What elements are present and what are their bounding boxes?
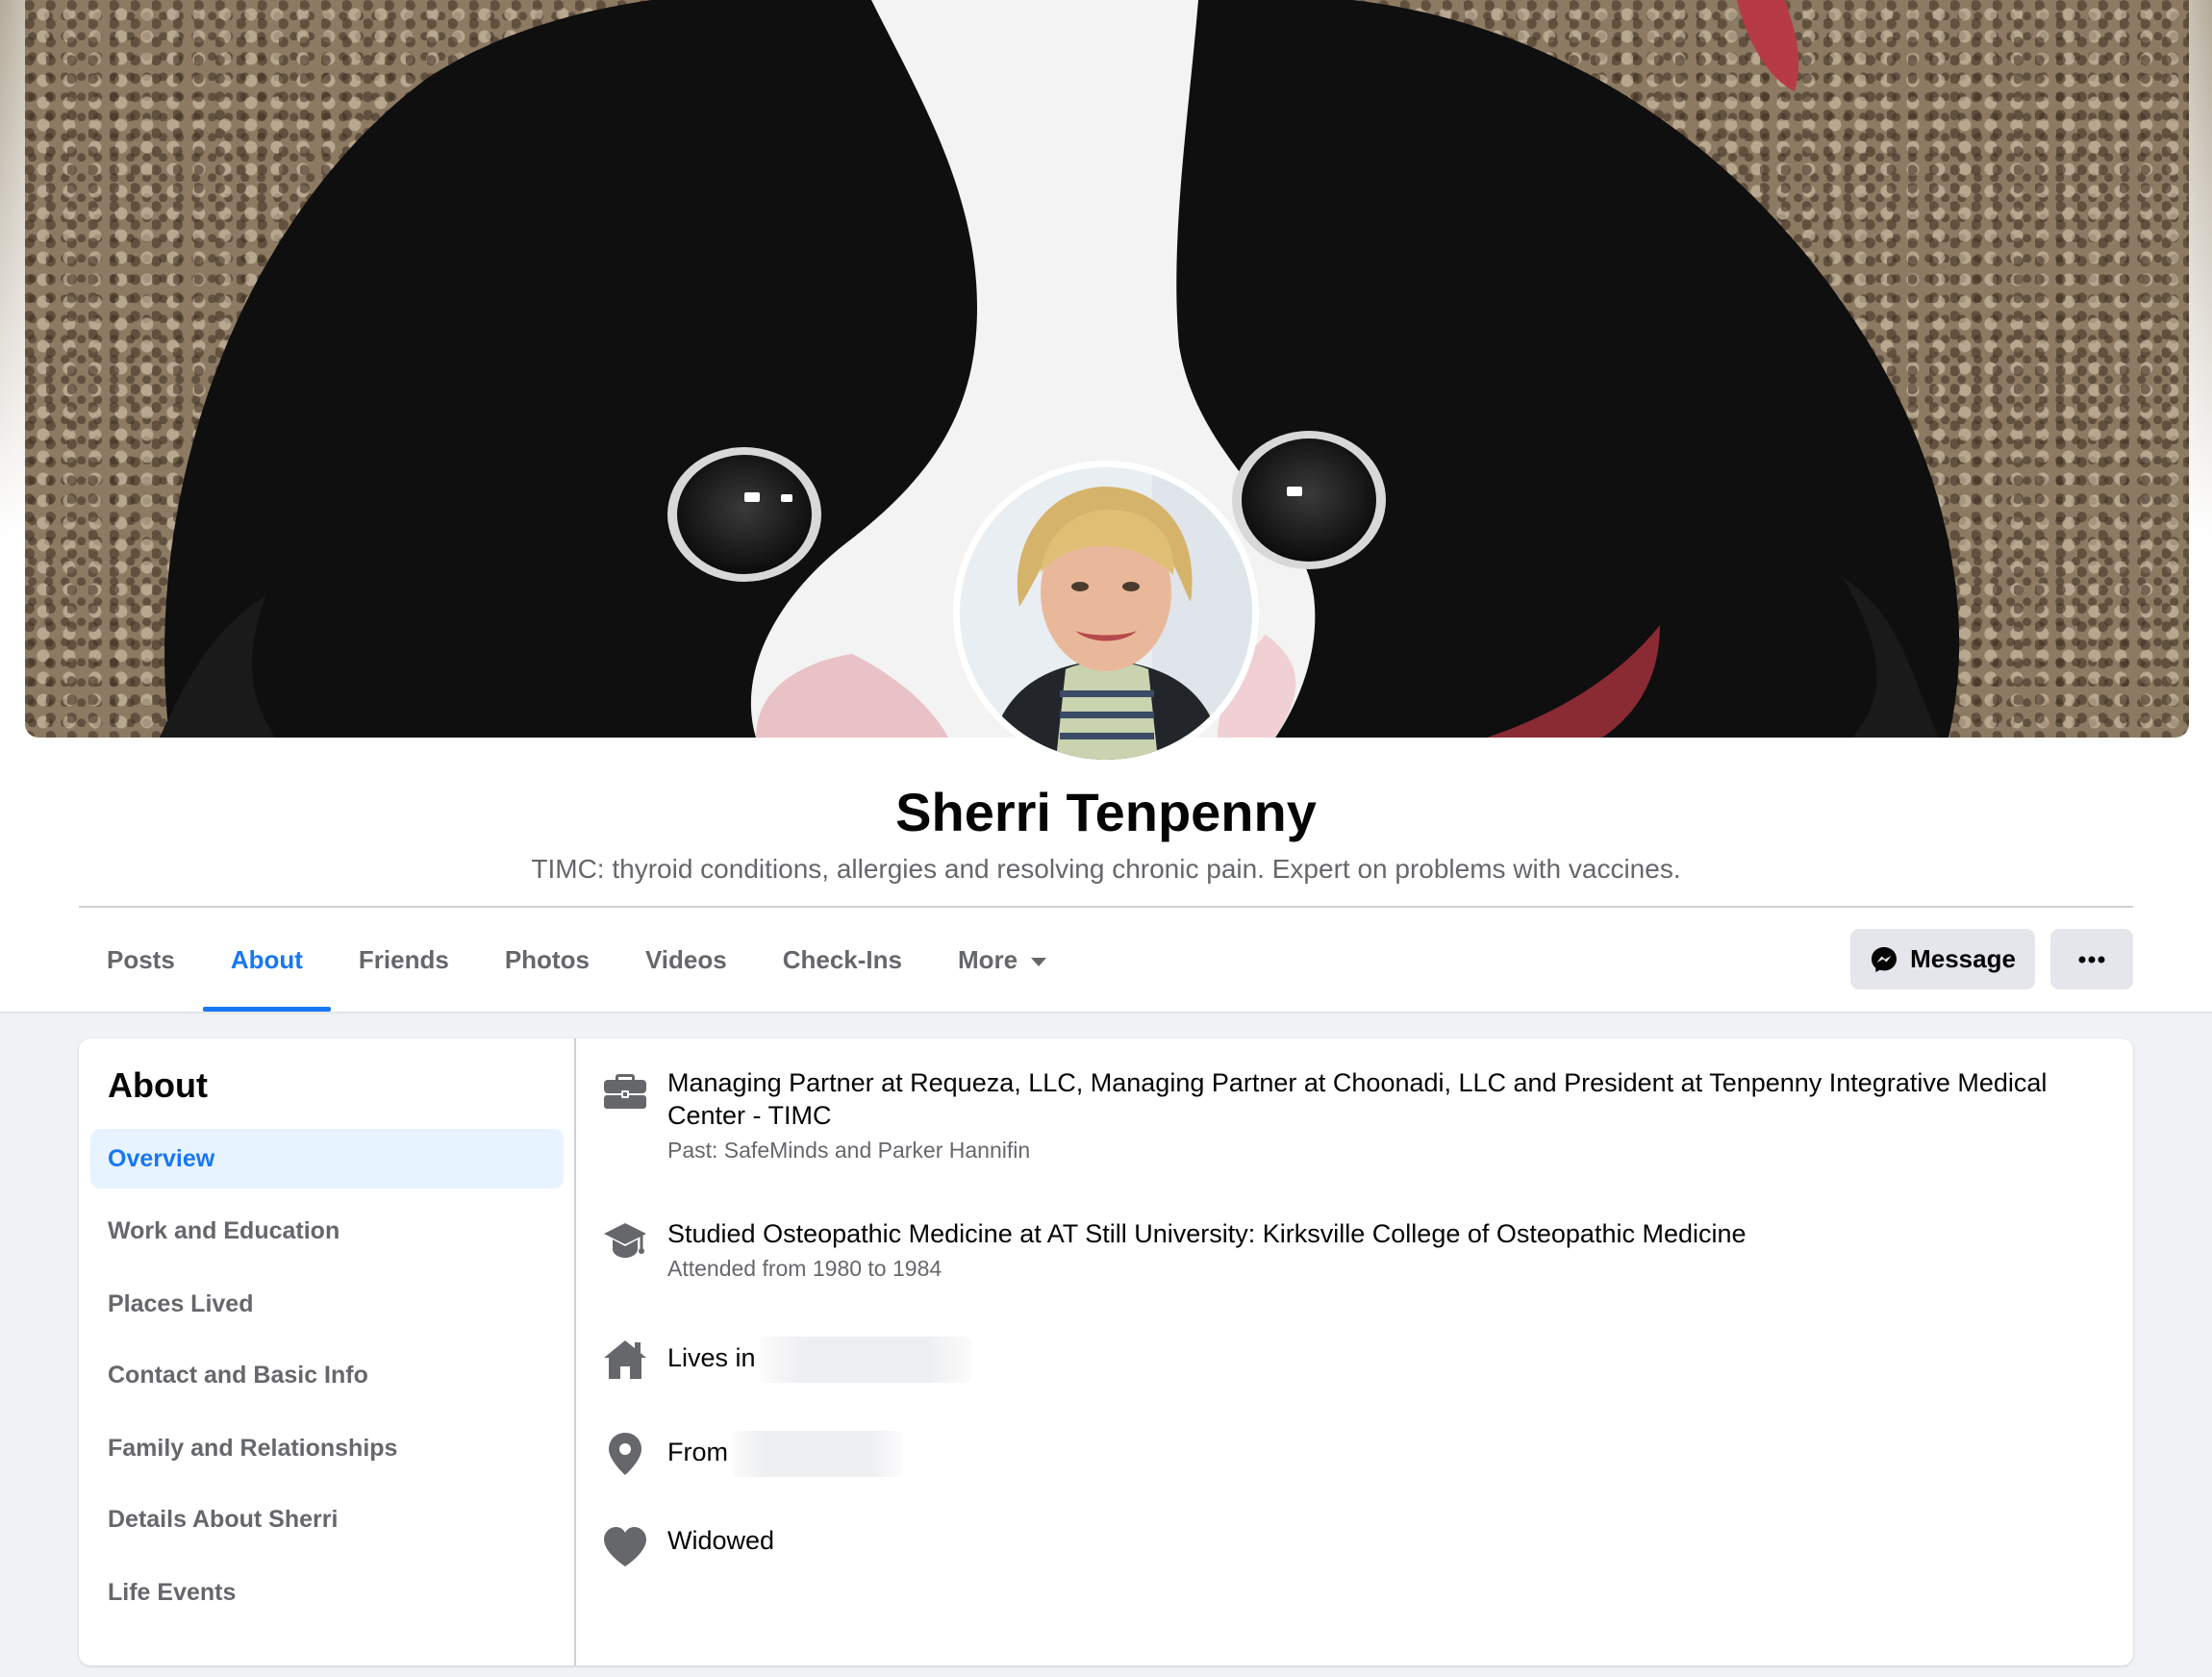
heart-icon	[604, 1527, 646, 1566]
lives-text: Lives in	[667, 1337, 2091, 1383]
tab-label: Posts	[107, 945, 175, 974]
from-value: From	[667, 1431, 2091, 1477]
about-card: About Overview Work and Education Places…	[79, 1039, 2133, 1665]
tab-label: Videos	[644, 945, 727, 974]
tab-check-ins[interactable]: Check-Ins	[755, 908, 930, 1012]
about-nav-details[interactable]: Details About Sherri	[90, 1489, 564, 1549]
profile-name: Sherri Tenpenny	[895, 782, 1317, 842]
location-pin-icon	[609, 1433, 641, 1475]
tab-label: Friends	[358, 945, 449, 974]
graduation-cap-icon	[604, 1223, 646, 1258]
tab-label: About	[230, 945, 303, 974]
education-summary: Studied Osteopathic Medicine at AT Still…	[667, 1219, 1747, 1248]
work-past: Past: SafeMinds and Parker Hannifin	[667, 1138, 1031, 1163]
tab-label: Check-Ins	[782, 945, 902, 974]
about-heading: About	[108, 1065, 208, 1105]
relationship-text: Widowed	[667, 1524, 2091, 1557]
from-text: From	[667, 1431, 2091, 1477]
lives-label: Lives in	[667, 1343, 756, 1373]
about-nav-family-relationships[interactable]: Family and Relationships	[90, 1418, 564, 1478]
tab-photos[interactable]: Photos	[477, 908, 617, 1012]
about-nav-work-education[interactable]: Work and Education	[90, 1201, 564, 1261]
education-text: Studied Osteopathic Medicine at AT Still…	[667, 1217, 2091, 1283]
home-icon	[604, 1340, 646, 1379]
tab-posts[interactable]: Posts	[79, 908, 203, 1012]
message-button[interactable]: Message	[1850, 929, 2035, 989]
profile-bio: TIMC: thyroid conditions, allergies and …	[531, 854, 1681, 884]
profile-avatar[interactable]	[953, 461, 1259, 766]
redacted-hometown	[732, 1431, 903, 1477]
about-sidebar: About Overview Work and Education Places…	[79, 1039, 576, 1665]
about-nav-overview[interactable]: Overview	[90, 1129, 564, 1189]
briefcase-icon	[604, 1074, 646, 1109]
tab-label: More	[957, 945, 1018, 974]
education-dates: Attended from 1980 to 1984	[667, 1256, 943, 1281]
profile-options-button[interactable]	[2050, 929, 2133, 989]
tab-friends[interactable]: Friends	[331, 908, 477, 1012]
redacted-location	[759, 1337, 971, 1383]
relationship-status: Widowed	[667, 1526, 775, 1555]
lives-value: Lives in	[667, 1337, 2091, 1383]
tab-more[interactable]: More	[930, 908, 1074, 1012]
profile-photo	[960, 467, 1252, 760]
tab-videos[interactable]: Videos	[617, 908, 755, 1012]
header-shadow	[0, 1012, 2212, 1014]
about-nav-places-lived[interactable]: Places Lived	[90, 1274, 564, 1334]
tab-about[interactable]: About	[202, 908, 332, 1012]
tab-label: Photos	[504, 945, 590, 974]
from-label: From	[667, 1438, 728, 1467]
about-nav-life-events[interactable]: Life Events	[90, 1563, 564, 1622]
profile-tabs: Posts About Friends Photos Videos Check-…	[79, 908, 1074, 1012]
about-nav-contact-info[interactable]: Contact and Basic Info	[90, 1345, 564, 1405]
messenger-icon	[1872, 946, 1898, 972]
work-summary: Managing Partner at Requeza, LLC, Managi…	[667, 1068, 2048, 1130]
work-text: Managing Partner at Requeza, LLC, Managi…	[667, 1066, 2091, 1164]
profile-header: Sherri Tenpenny TIMC: thyroid conditions…	[0, 0, 2212, 1012]
ellipsis-icon	[2078, 956, 2105, 963]
profile-photo-art	[960, 467, 1252, 760]
caret-down-icon	[1031, 957, 1047, 966]
message-button-label: Message	[1910, 944, 2016, 973]
